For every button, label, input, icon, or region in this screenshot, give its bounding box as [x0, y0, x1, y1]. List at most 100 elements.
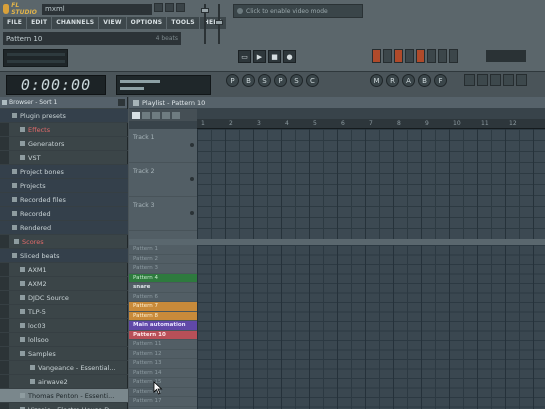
browser-item[interactable]: Projects [0, 179, 128, 193]
channels-shortcut-button[interactable]: C [306, 74, 319, 87]
record-icon[interactable]: ● [283, 50, 296, 63]
minimize-button[interactable] [154, 3, 163, 12]
rec-toggle-3[interactable] [394, 49, 403, 63]
browser-menu-icon[interactable] [2, 100, 7, 105]
rec-toggle-5[interactable] [416, 49, 425, 63]
fx-shortcut-button[interactable]: F [434, 74, 447, 87]
close-button[interactable] [176, 3, 185, 12]
browser-item[interactable]: Rendered [0, 221, 128, 235]
browser-item[interactable]: loc03 [0, 319, 128, 333]
pat-song-toggle[interactable]: ▭ [238, 50, 251, 63]
browser-item[interactable]: AXM1 [0, 263, 128, 277]
menu-tools[interactable]: TOOLS [167, 17, 199, 29]
step-seq-shortcut-button[interactable]: S [258, 74, 271, 87]
browser-item[interactable]: Recorded [0, 207, 128, 221]
close-icon[interactable] [118, 99, 125, 106]
playlist-grid[interactable] [197, 129, 545, 239]
menu-options[interactable]: OPTIONS [126, 17, 167, 29]
maximize-button[interactable] [165, 3, 174, 12]
rec-toggle-4[interactable] [405, 49, 414, 63]
toggle-b[interactable] [477, 74, 488, 86]
toggle-e[interactable] [516, 74, 527, 86]
pattern-item[interactable]: Pattern 6 [129, 293, 197, 302]
toggle-d[interactable] [503, 74, 514, 86]
playlist-shortcut-button[interactable]: P [226, 74, 239, 87]
rec-toggle-7[interactable] [438, 49, 447, 63]
mixer-shortcut-button[interactable]: M [370, 74, 383, 87]
menu-file[interactable]: FILE [3, 17, 27, 29]
pattern-item[interactable]: Pattern 14 [129, 369, 197, 378]
automation-shortcut-button[interactable]: A [402, 74, 415, 87]
pattern-item[interactable]: Pattern 15 [129, 378, 197, 388]
pattern-item[interactable]: Pattern 3 [129, 264, 197, 274]
rec-toggle-6[interactable] [427, 49, 436, 63]
step-display [3, 49, 68, 67]
piano-roll-shortcut-button[interactable]: P [274, 74, 287, 87]
pattern-item[interactable]: Pattern 7 [129, 302, 197, 312]
rec-toggle-8[interactable] [449, 49, 458, 63]
browser-item[interactable]: Generators [0, 137, 128, 151]
pattern-item[interactable]: Pattern 11 [129, 340, 197, 350]
browser-item[interactable]: Effects [0, 123, 128, 137]
browser-item[interactable]: AXM2 [0, 277, 128, 291]
fl-logo[interactable]: FL STUDIO [3, 2, 39, 16]
draw-tool-icon[interactable] [132, 111, 140, 119]
track-dot-icon[interactable] [190, 143, 194, 147]
browser-item[interactable]: Project bones [0, 165, 128, 179]
menu-view[interactable]: VIEW [99, 17, 126, 29]
select-tool-icon[interactable] [162, 111, 170, 119]
time-display[interactable]: 0:00:00 [6, 75, 106, 95]
browser-item[interactable]: Plugin presets [0, 109, 128, 123]
menu-edit[interactable]: EDIT [27, 17, 52, 29]
pattern-item[interactable]: Pattern 1 [129, 245, 197, 255]
browser-item[interactable]: Thomas Penton - Essenti... [0, 389, 128, 403]
play-icon[interactable]: ▶ [253, 50, 266, 63]
pattern-item[interactable]: Pattern 16 [129, 388, 197, 397]
pattern-item[interactable]: Pattern 12 [129, 350, 197, 359]
browser-item[interactable]: TLP-5 [0, 305, 128, 319]
playlist-menu-icon[interactable] [133, 99, 139, 106]
pattern-item[interactable]: Main automation [129, 321, 197, 331]
browser2-shortcut-button[interactable]: B [418, 74, 431, 87]
stop-icon[interactable]: ■ [268, 50, 281, 63]
browser-item[interactable]: VST [0, 151, 128, 165]
zoom-tool-icon[interactable] [172, 111, 180, 119]
track-dot-icon[interactable] [190, 177, 194, 181]
track-header[interactable]: Track 2 [129, 163, 197, 197]
browser-item[interactable]: Sliced beats [0, 249, 128, 263]
pattern-item[interactable]: Pattern 10 [129, 330, 197, 340]
browser-item[interactable]: Recorded files [0, 193, 128, 207]
volume-fader-knob[interactable] [201, 8, 209, 13]
track-header[interactable]: Track 1 [129, 129, 197, 163]
rack-shortcut-button[interactable]: R [386, 74, 399, 87]
pattern-item[interactable]: Pattern 17 [129, 397, 197, 407]
pattern-item[interactable]: Pattern 8 [129, 311, 197, 321]
browser-item[interactable]: airwave2 [0, 375, 128, 389]
browser-item[interactable]: DJDC Source [0, 291, 128, 305]
bar-line [393, 245, 394, 409]
rec-toggle-2[interactable] [383, 49, 392, 63]
paint-tool-icon[interactable] [142, 111, 150, 119]
pattern-item[interactable]: Pattern 13 [129, 359, 197, 369]
track-dot-icon[interactable] [190, 211, 194, 215]
delete-tool-icon[interactable] [152, 111, 160, 119]
pattern-selector[interactable]: Pattern 10 4 beats [3, 32, 181, 45]
time-ruler[interactable]: 1 2 3 4 5 6 7 8 9 10 11 12 [197, 119, 545, 129]
browser-item[interactable]: Vangeance - Essential... [0, 361, 128, 375]
browser-item[interactable]: lollsoo [0, 333, 128, 347]
rec-toggle-1[interactable] [372, 49, 381, 63]
track-header[interactable]: Track 3 [129, 197, 197, 231]
pattern-item[interactable]: snare [129, 283, 197, 293]
browser-item[interactable]: Samples [0, 347, 128, 361]
browser-shortcut-button[interactable]: B [242, 74, 255, 87]
pattern-item[interactable]: Pattern 4 [129, 273, 197, 283]
browser-item[interactable]: Scores [0, 235, 128, 249]
pattern-item[interactable]: Pattern 2 [129, 255, 197, 264]
pitch-fader-knob[interactable] [215, 20, 223, 25]
browser-item[interactable]: Vizsoie - Electro House D... [0, 403, 128, 409]
song-shortcut-button[interactable]: S [290, 74, 303, 87]
toggle-c[interactable] [490, 74, 501, 86]
toggle-a[interactable] [464, 74, 475, 86]
menu-channels[interactable]: CHANNELS [52, 17, 99, 29]
pattern-grid[interactable] [197, 245, 545, 409]
